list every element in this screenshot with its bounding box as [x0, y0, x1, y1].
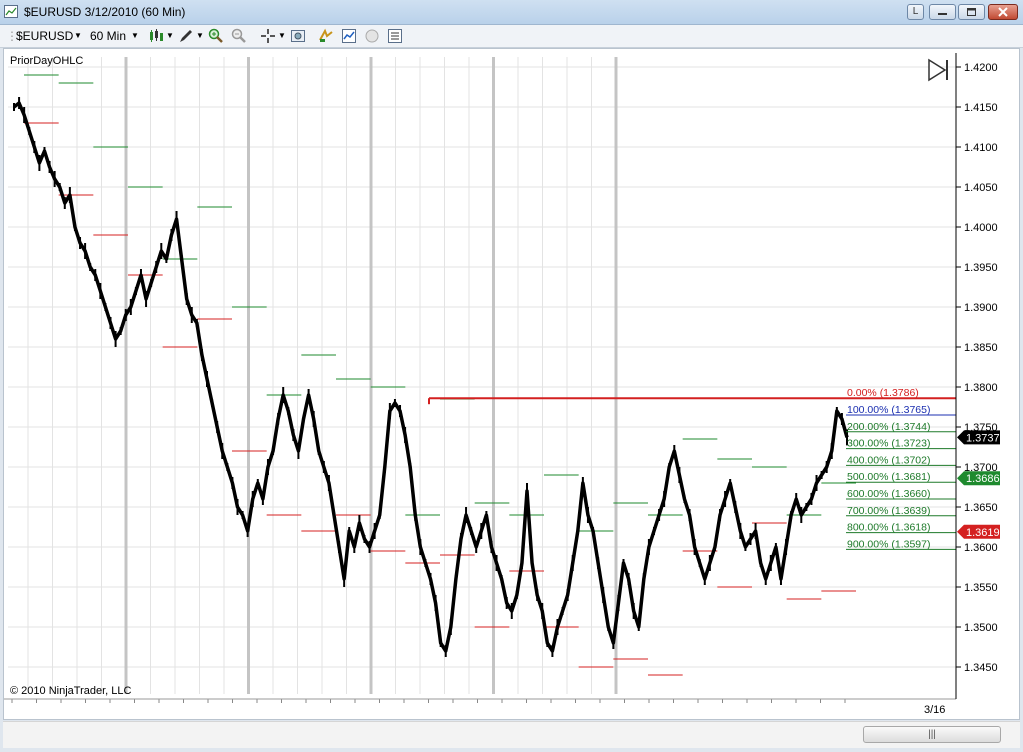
- minimize-button[interactable]: [929, 4, 956, 20]
- y-tick-label: 1.4000: [964, 222, 998, 234]
- price-marker-label: 1.3619: [966, 527, 1000, 539]
- y-tick-label: 1.3900: [964, 302, 998, 314]
- candlestick-style-icon[interactable]: [148, 28, 164, 44]
- scrollbar-thumb[interactable]: |||: [863, 726, 1001, 743]
- instrument-dropdown-icon[interactable]: ▼: [74, 28, 82, 44]
- y-tick-label: 1.4150: [964, 102, 998, 114]
- minimize-icon: [938, 13, 947, 15]
- chart-toolbar: ⋮ $EURUSD ▼ 60 Min ▼ ▼ ▼ ▼: [0, 25, 1023, 48]
- fib-level-label: 0.00% (1.3786): [847, 387, 919, 399]
- snapshot-icon[interactable]: [290, 28, 306, 44]
- zoom-out-icon[interactable]: [231, 28, 247, 44]
- indicator-label: PriorDayOHLC: [10, 55, 83, 67]
- chart-app-icon: [4, 5, 18, 18]
- y-tick-label: 1.4050: [964, 182, 998, 194]
- zoom-in-icon[interactable]: [208, 28, 224, 44]
- style-dropdown-icon[interactable]: ▼: [166, 28, 174, 44]
- horizontal-scrollbar[interactable]: |||: [3, 721, 1020, 748]
- y-tick-label: 1.3450: [964, 662, 998, 674]
- fib-level-label: 800.00% (1.3618): [847, 522, 930, 534]
- autoscroll-icon[interactable]: [928, 58, 948, 82]
- circle-icon[interactable]: [364, 28, 380, 44]
- fib-level-label: 500.00% (1.3681): [847, 471, 930, 483]
- y-tick-label: 1.3650: [964, 502, 998, 514]
- price-series-line: [12, 101, 849, 653]
- close-button[interactable]: [988, 4, 1018, 20]
- instrument-selector[interactable]: $EURUSD: [16, 28, 73, 44]
- maximize-icon: [967, 8, 976, 16]
- y-tick-label: 1.3950: [964, 262, 998, 274]
- chart-panel[interactable]: 0.00% (1.3786) 100.00% (1.3765) 200.00% (1…: [3, 48, 1020, 720]
- indicators-icon[interactable]: [341, 28, 357, 44]
- y-tick-label: 1.4200: [964, 62, 998, 74]
- price-marker-label: 1.3737: [966, 432, 1000, 444]
- link-button[interactable]: L: [907, 4, 924, 20]
- fib-level-label: 900.00% (1.3597): [847, 538, 930, 550]
- price-chart[interactable]: 0.00% (1.3786) 100.00% (1.3765) 200.00% (1…: [4, 49, 1019, 719]
- maximize-button[interactable]: [958, 4, 985, 20]
- y-tick-label: 1.3800: [964, 382, 998, 394]
- interval-selector[interactable]: 60 Min: [90, 28, 126, 44]
- y-tick-label: 1.3500: [964, 622, 998, 634]
- y-tick-label: 1.4100: [964, 142, 998, 154]
- properties-icon[interactable]: [387, 28, 403, 44]
- crosshair-icon[interactable]: [260, 28, 276, 44]
- drawing-dropdown-icon[interactable]: ▼: [196, 28, 204, 44]
- window-titlebar: $EURUSD 3/12/2010 (60 Min) L: [0, 0, 1023, 25]
- drawing-pencil-icon[interactable]: [178, 28, 194, 44]
- y-tick-label: 1.3600: [964, 542, 998, 554]
- fib-level-label: 600.00% (1.3660): [847, 488, 930, 500]
- copyright-label: © 2010 NinjaTrader, LLC: [10, 685, 131, 697]
- close-icon: [998, 7, 1008, 17]
- window-title: $EURUSD 3/12/2010 (60 Min): [24, 5, 186, 19]
- crosshair-dropdown-icon[interactable]: ▼: [278, 28, 286, 44]
- price-marker-label: 1.3686: [966, 473, 1000, 485]
- y-tick-label: 1.3850: [964, 342, 998, 354]
- y-tick-label: 1.3550: [964, 582, 998, 594]
- fib-level-label: 200.00% (1.3744): [847, 421, 930, 433]
- fib-level-label: 400.00% (1.3702): [847, 454, 930, 466]
- fib-level-label: 100.00% (1.3765): [847, 404, 930, 416]
- fib-level-label: 700.00% (1.3639): [847, 505, 930, 517]
- fib-level-label: 300.00% (1.3723): [847, 438, 930, 450]
- interval-dropdown-icon[interactable]: ▼: [131, 28, 139, 44]
- x-axis-date-label: 3/16: [924, 704, 945, 716]
- strategies-icon[interactable]: [318, 28, 334, 44]
